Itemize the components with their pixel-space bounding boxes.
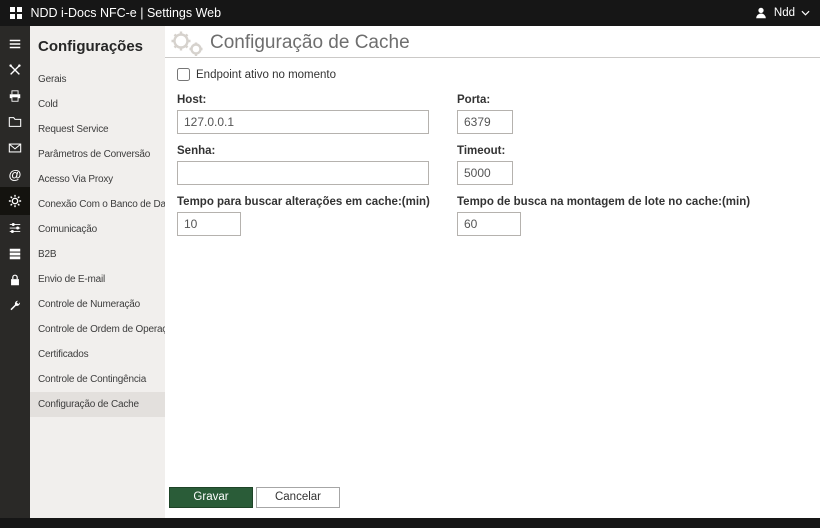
nav-settings[interactable] <box>0 187 30 215</box>
user-icon <box>756 7 766 19</box>
tempo-lote-label: Tempo de busca na montagem de lote no ca… <box>457 196 751 208</box>
wrench-icon <box>10 300 21 311</box>
nav-menu[interactable] <box>0 31 30 57</box>
icon-rail: @ <box>0 26 30 518</box>
app-window: NDD i-Docs NFC-e | Settings Web Ndd @ Co… <box>0 0 820 528</box>
page-header: Configuração de Cache <box>165 26 820 58</box>
printer-icon <box>9 90 21 102</box>
sidebar-item-certificados[interactable]: Certificados <box>30 342 165 367</box>
topbar: NDD i-Docs NFC-e | Settings Web Ndd <box>0 0 820 26</box>
sidebar-item-controle-numeracao[interactable]: Controle de Numeração <box>30 292 165 317</box>
porta-input[interactable] <box>457 110 513 134</box>
endpoint-active-label: Endpoint ativo no momento <box>196 68 337 81</box>
sidebar-item-acesso-via-proxy[interactable]: Acesso Via Proxy <box>30 167 165 192</box>
sidebar-item-gerais[interactable]: Gerais <box>30 67 165 92</box>
tools-icon <box>9 64 21 75</box>
host-input[interactable] <box>177 110 429 134</box>
sidebar-item-b2b[interactable]: B2B <box>30 242 165 267</box>
sidebar-title: Configurações <box>38 38 144 55</box>
sliders-icon <box>9 223 21 233</box>
chevron-down-icon <box>801 10 810 16</box>
nav-printer[interactable] <box>0 83 30 109</box>
sidebar-item-conexao-banco-dados[interactable]: Conexão Com o Banco de Dados <box>30 192 165 217</box>
page-title: Configuração de Cache <box>210 31 410 53</box>
user-menu[interactable]: Ndd <box>754 6 810 20</box>
settings-sidebar: Configurações Gerais Cold Request Servic… <box>30 26 165 518</box>
nav-security[interactable] <box>0 267 30 293</box>
gears-icon <box>171 31 203 56</box>
user-name: Ndd <box>773 7 795 19</box>
senha-label: Senha: <box>177 145 216 157</box>
sidebar-item-cold[interactable]: Cold <box>30 92 165 117</box>
sidebar-item-parametros-conversao[interactable]: Parâmetros de Conversão <box>30 142 165 167</box>
main-panel: Configuração de Cache Endpoint ativo no … <box>165 26 820 518</box>
menu-icon <box>9 39 21 49</box>
tempo-buscar-input[interactable] <box>177 212 241 236</box>
timeout-input[interactable] <box>457 161 513 185</box>
sidebar-item-controle-ordem-operacao[interactable]: Controle de Ordem de Operação <box>30 317 165 342</box>
nav-mail[interactable] <box>0 135 30 161</box>
tempo-lote-input[interactable] <box>457 212 521 236</box>
timeout-label: Timeout: <box>457 145 506 157</box>
sidebar-item-configuracao-cache[interactable]: Configuração de Cache <box>30 392 165 417</box>
cancel-button[interactable]: Cancelar <box>256 487 340 508</box>
bottom-bar <box>0 518 820 528</box>
sidebar-item-comunicacao[interactable]: Comunicação <box>30 217 165 242</box>
nav-tools[interactable] <box>0 57 30 83</box>
nav-at[interactable]: @ <box>0 161 30 187</box>
endpoint-active-checkbox[interactable] <box>177 68 190 81</box>
envelope-icon <box>8 143 22 153</box>
host-label: Host: <box>177 94 207 106</box>
gear-icon <box>8 194 22 208</box>
sidebar-item-request-service[interactable]: Request Service <box>30 117 165 142</box>
save-button[interactable]: Gravar <box>169 487 253 508</box>
app-logo-icon <box>10 7 22 19</box>
lock-icon <box>11 274 19 286</box>
at-icon: @ <box>8 166 22 182</box>
nav-files[interactable] <box>0 109 30 135</box>
folder-icon <box>8 117 22 127</box>
app-title: NDD i-Docs NFC-e | Settings Web <box>30 6 222 20</box>
nav-services[interactable] <box>0 241 30 267</box>
porta-label: Porta: <box>457 94 491 106</box>
nav-preferences[interactable] <box>0 215 30 241</box>
senha-input[interactable] <box>177 161 429 185</box>
nav-maintenance[interactable] <box>0 293 30 319</box>
sidebar-item-envio-email[interactable]: Envio de E-mail <box>30 267 165 292</box>
tempo-buscar-label: Tempo para buscar alterações em cache:(m… <box>177 196 430 208</box>
sidebar-item-controle-contingencia[interactable]: Controle de Contingência <box>30 367 165 392</box>
cache-form: Endpoint ativo no momento Host: Senha: <box>165 58 820 247</box>
list-icon <box>9 248 21 260</box>
